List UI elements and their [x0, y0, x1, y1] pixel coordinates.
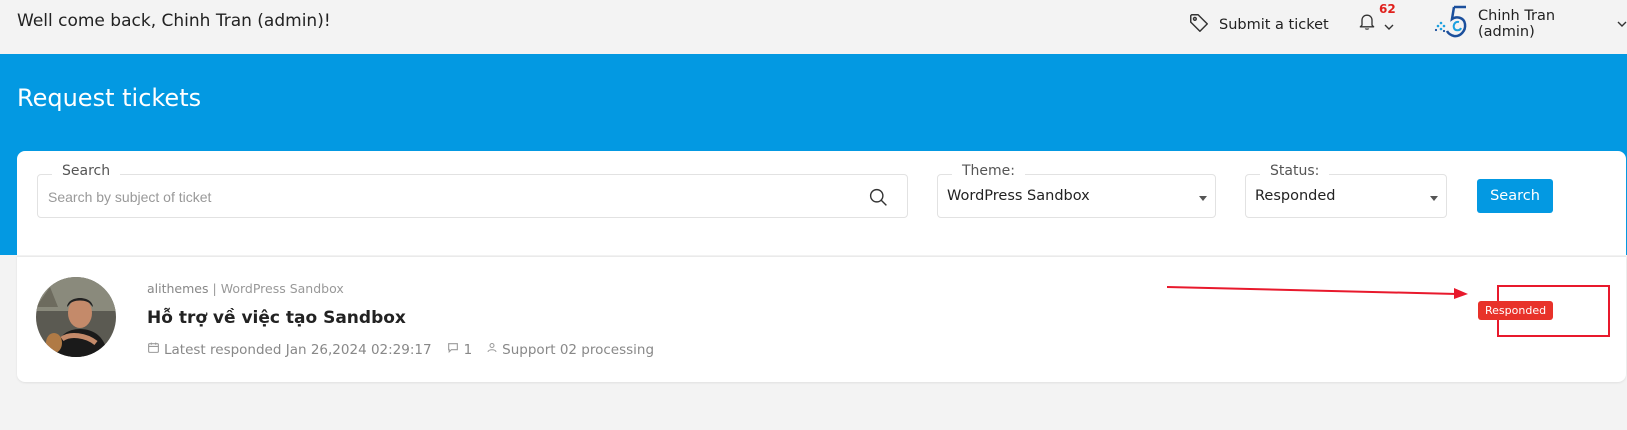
annotation-arrow: [1166, 282, 1472, 306]
ticket-details: Latest responded Jan 26,2024 02:29:17 1 …: [147, 341, 668, 358]
caret-down-icon: [1199, 196, 1207, 201]
ticket-author: alithemes: [147, 281, 209, 296]
filter-panel: Search Theme: WordPress Sandbox Status: …: [17, 151, 1626, 255]
bell-icon[interactable]: [1357, 10, 1377, 36]
theme-value: WordPress Sandbox: [947, 188, 1090, 204]
search-label: Search: [52, 163, 121, 179]
comment-icon: [446, 341, 460, 358]
status-value: Responded: [1255, 188, 1336, 204]
status-select[interactable]: Status: Responded: [1245, 163, 1447, 218]
ticket-title[interactable]: Hỗ trợ về việc tạo Sandbox: [147, 308, 406, 328]
user-name: Chinh Tran (admin): [1478, 8, 1556, 40]
submit-ticket-label: Submit a ticket: [1219, 17, 1329, 33]
brand-logo: [1432, 4, 1470, 44]
caret-down-icon: [1430, 196, 1438, 201]
top-bar: Well come back, Chinh Tran (admin)! Subm…: [0, 0, 1627, 54]
ticket-meta: alithemes | WordPress Sandbox: [147, 281, 344, 296]
welcome-message: Well come back, Chinh Tran (admin)!: [17, 11, 331, 31]
ticket-theme: WordPress Sandbox: [220, 281, 344, 296]
search-button[interactable]: Search: [1477, 179, 1553, 213]
notification-count: 62: [1379, 2, 1396, 16]
assignee-text: Support 02 processing: [502, 341, 655, 358]
chevron-down-icon: [1617, 16, 1627, 32]
avatar: [36, 277, 116, 357]
user-icon: [486, 341, 498, 358]
comment-count-value: 1: [463, 341, 473, 358]
user-menu[interactable]: Chinh Tran (admin): [1432, 4, 1627, 44]
latest-responded: Latest responded Jan 26,2024 02:29:17: [147, 341, 432, 358]
comment-count: 1: [446, 341, 473, 358]
ticket-row[interactable]: alithemes | WordPress Sandbox Hỗ trợ về …: [17, 256, 1626, 382]
meta-separator: |: [212, 281, 217, 296]
assignee: Support 02 processing: [486, 341, 654, 358]
latest-responded-text: Latest responded Jan 26,2024 02:29:17: [164, 341, 432, 358]
status-label: Status:: [1260, 163, 1330, 179]
status-badge: Responded: [1478, 301, 1554, 320]
search-field: Search: [37, 163, 908, 218]
theme-label: Theme:: [952, 163, 1026, 179]
tag-icon: [1188, 12, 1210, 38]
search-input[interactable]: [48, 185, 868, 209]
theme-select[interactable]: Theme: WordPress Sandbox: [937, 163, 1216, 218]
calendar-icon: [147, 341, 160, 358]
search-icon[interactable]: [868, 187, 889, 212]
chevron-down-icon[interactable]: [1384, 16, 1394, 35]
page-title: Request tickets: [17, 84, 202, 112]
submit-ticket-link[interactable]: Submit a ticket: [1188, 12, 1329, 38]
